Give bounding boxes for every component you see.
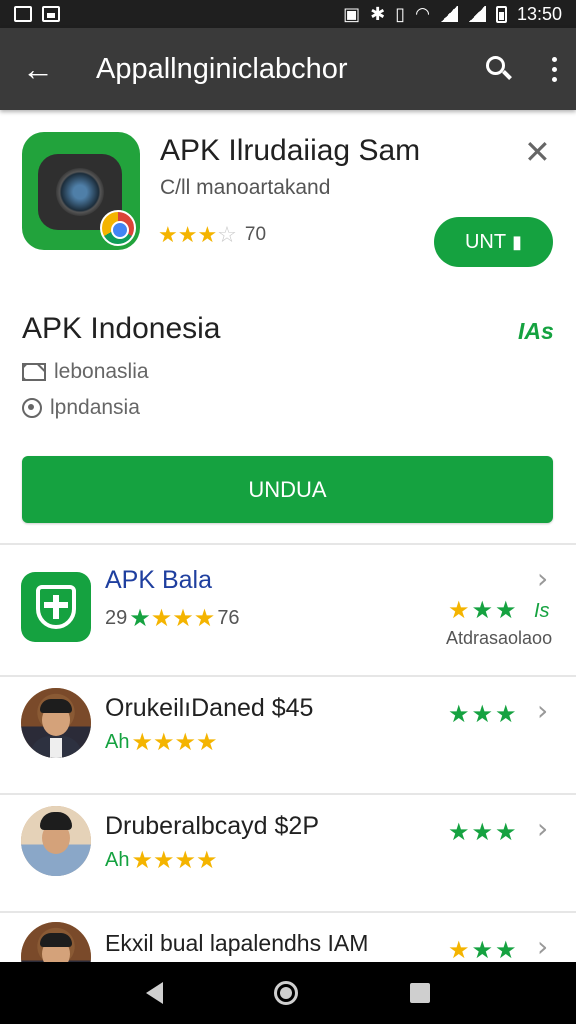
side-sub: Atdrasaolaoo bbox=[446, 628, 553, 648]
side-rating-stars: ★★★ bbox=[448, 597, 519, 624]
rating-count: 70 bbox=[244, 224, 267, 245]
featured-app-rating: ★★★☆ 70 bbox=[158, 222, 266, 248]
battery-icon bbox=[495, 5, 507, 23]
install-button[interactable]: UNT ▮ bbox=[434, 217, 553, 267]
install-label: UNT bbox=[464, 230, 507, 253]
developer-name: APK Indonesia bbox=[22, 312, 221, 345]
list-item-meta: 29 ★★★★ 76 bbox=[105, 604, 240, 633]
list-item[interactable]: Ekxil bual lapalendhs IAM ★★★ › bbox=[0, 914, 576, 962]
arrow-back-icon[interactable]: ← bbox=[22, 53, 62, 85]
divider bbox=[0, 793, 576, 795]
featured-app-subtitle: C/ll manoartakand bbox=[160, 176, 331, 199]
vibrate-icon: ▯ bbox=[395, 3, 406, 24]
shield-app-icon bbox=[21, 572, 91, 642]
mail-icon bbox=[22, 363, 46, 381]
signal-icon-2 bbox=[467, 6, 486, 22]
more-vert-icon[interactable] bbox=[550, 56, 558, 82]
rating-stars: ★★★☆ bbox=[158, 222, 237, 247]
meta-suffix: 76 bbox=[217, 607, 240, 629]
divider bbox=[0, 675, 576, 677]
featured-app-card[interactable]: APK Ilrudaiiag Sam C/ll manoartakand ★★★… bbox=[0, 112, 576, 282]
chevron-right-icon[interactable]: › bbox=[537, 812, 548, 845]
developer-location: lpndansia bbox=[50, 396, 140, 419]
avatar bbox=[21, 922, 91, 962]
location-icon bbox=[22, 398, 42, 418]
chevron-right-icon[interactable]: › bbox=[537, 562, 548, 595]
download-icon: ▮ bbox=[512, 231, 522, 252]
close-icon[interactable]: ✕ bbox=[524, 136, 551, 168]
meta-prefix: Ah bbox=[105, 849, 130, 871]
featured-app-title: APK Ilrudaiiag Sam bbox=[160, 134, 421, 167]
avatar bbox=[21, 806, 91, 876]
list-item[interactable]: Druberalbcayd $2P Ah ★★★★ ★★★ › bbox=[0, 796, 576, 912]
primary-download-button[interactable]: UNDUA bbox=[22, 456, 553, 523]
rating-stars: ★★★★ bbox=[131, 847, 218, 874]
developer-tag[interactable]: IAs bbox=[518, 318, 554, 345]
side-rating-stars: ★★★ bbox=[448, 701, 519, 728]
notification-icon: ▣ bbox=[343, 3, 361, 24]
list-item-title: APK Bala bbox=[105, 566, 213, 594]
developer-location-row[interactable]: lpndansia bbox=[22, 396, 140, 420]
list-item-meta: Ah ★★★★ bbox=[105, 846, 218, 875]
divider bbox=[0, 543, 576, 545]
meta-prefix: 29 bbox=[105, 607, 128, 629]
rating-stars: ★★★★ bbox=[131, 729, 218, 756]
list-item-title: Druberalbcayd $2P bbox=[105, 812, 320, 840]
rating-stars: ★★★★ bbox=[129, 605, 216, 632]
side-rating-stars: ★★★ bbox=[448, 937, 519, 962]
nav-recents-icon[interactable] bbox=[410, 983, 431, 1003]
side-rating-stars: ★★★ bbox=[448, 819, 519, 846]
nav-back-icon[interactable] bbox=[145, 982, 163, 1004]
chevron-right-icon[interactable]: › bbox=[537, 694, 548, 727]
list-item[interactable]: OrukeilıDaned $45 Ah ★★★★ ★★★ › bbox=[0, 678, 576, 794]
search-icon[interactable] bbox=[484, 54, 514, 84]
meta-prefix: Ah bbox=[105, 731, 130, 753]
image-icon bbox=[42, 6, 60, 22]
system-nav-bar bbox=[0, 962, 576, 1024]
signal-icon bbox=[439, 6, 458, 22]
list-item[interactable]: APK Bala 29 ★★★★ 76 › ★★★ Is Atdrasaolao… bbox=[0, 548, 576, 664]
status-time: 13:50 bbox=[516, 3, 562, 24]
avatar bbox=[21, 688, 91, 758]
list-item-title: Ekxil bual lapalendhs IAM bbox=[105, 930, 369, 956]
developer-email-row[interactable]: lebonaslia bbox=[22, 360, 149, 384]
chrome-badge-icon bbox=[100, 210, 136, 246]
list-item-title: OrukeilıDaned $45 bbox=[105, 694, 314, 722]
gallery-icon bbox=[14, 6, 32, 22]
status-bar: ▣ ✱ ▯ ◠ 13:50 bbox=[0, 0, 576, 28]
camera-app-icon bbox=[22, 132, 140, 250]
list-item-meta: Ah ★★★★ bbox=[105, 728, 218, 757]
divider bbox=[0, 911, 576, 913]
toolbar-title: Appallnginiclabchor bbox=[96, 52, 348, 85]
bluetooth-icon: ✱ bbox=[370, 3, 386, 24]
nav-home-icon[interactable] bbox=[274, 981, 299, 1005]
chevron-right-icon[interactable]: › bbox=[537, 930, 548, 962]
wifi-icon: ◠ bbox=[415, 4, 430, 23]
app-toolbar: ← Appallnginiclabchor bbox=[0, 28, 576, 110]
side-label: Is bbox=[534, 600, 550, 622]
developer-email: lebonaslia bbox=[54, 360, 149, 383]
